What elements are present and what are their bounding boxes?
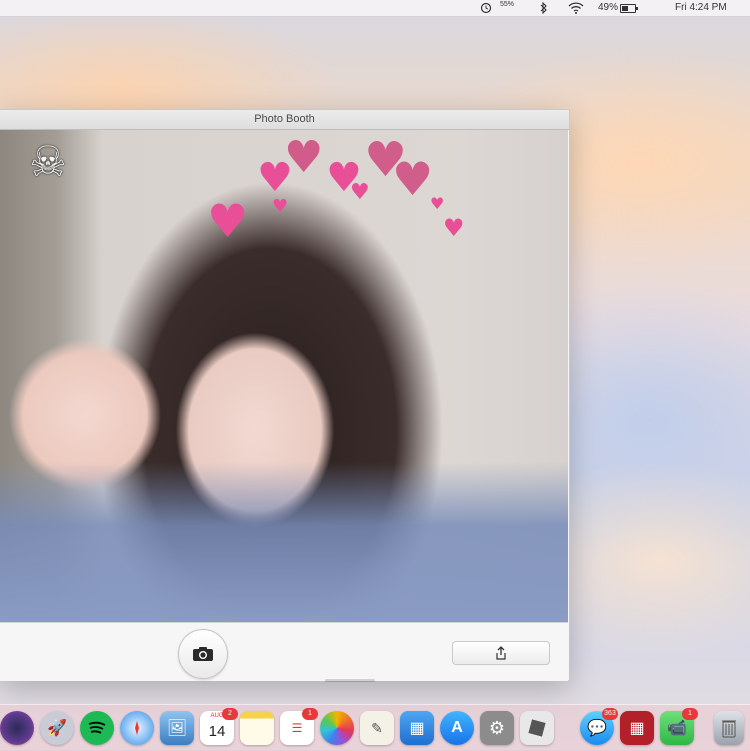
launchpad-icon[interactable]: 🚀 (40, 711, 74, 745)
skull-icon: ☠ (29, 138, 67, 185)
timemachine-icon[interactable] (480, 1, 492, 15)
menu-bar: 55% 49% Fri 4:24 PM (0, 0, 750, 17)
window-shadow (325, 679, 375, 682)
share-button[interactable] (452, 641, 550, 665)
photos-icon[interactable] (320, 711, 354, 745)
heart-icon: ♥ (392, 152, 434, 206)
heart-icon: ♥ (430, 194, 445, 213)
heart-icon: ♥ (272, 196, 289, 217)
controls-bar (0, 622, 568, 681)
jacket-in-frame (0, 462, 568, 622)
reminders-icon[interactable]: ☰ 1 (280, 708, 318, 745)
photobooth-icon[interactable]: ▦ (620, 711, 654, 745)
battery-status[interactable]: 49% (598, 1, 639, 15)
system-preferences-icon[interactable]: ⚙ (480, 711, 514, 745)
reminders-badge: 1 (302, 708, 318, 720)
calendar-icon[interactable]: AUG 14 2 (200, 708, 238, 745)
battery-icon (620, 3, 639, 13)
battery-percent-small: 55% (500, 1, 515, 8)
calendar-day: 14 (208, 722, 226, 740)
heart-icon: ♥ (284, 132, 324, 183)
textedit-icon[interactable]: ✎ (360, 711, 394, 745)
battery-percent: 49% (598, 2, 619, 13)
safari-icon[interactable] (120, 711, 154, 745)
keynote-icon[interactable]: ▦ (400, 711, 434, 745)
roblox-icon[interactable] (520, 711, 554, 745)
siri-icon[interactable] (0, 711, 34, 745)
heart-icon: ♥ (443, 214, 465, 242)
photo-booth-window: Photo Booth ☠ ♥ ♥ ♥ ♥ ♥ ♥ ♥ ♥ ♥ ♥ (0, 109, 570, 681)
appstore-icon[interactable]: A (440, 711, 474, 745)
messages-badge: 363 (602, 708, 618, 720)
spotify-icon[interactable] (80, 711, 114, 745)
notes-icon[interactable] (240, 711, 274, 745)
messages-icon[interactable]: 💬 363 (580, 708, 618, 745)
dock: 🚀 🖼 AUG 14 2 ☰ 1 ✎ ▦ A ⚙ 💬 363 ▦ 📹 1 (0, 704, 750, 751)
camera-preview: ☠ ♥ ♥ ♥ ♥ ♥ ♥ ♥ ♥ ♥ ♥ (0, 130, 568, 622)
calendar-badge: 2 (222, 708, 238, 720)
trash-icon[interactable] (714, 711, 744, 745)
battery-status-small[interactable]: 55% (500, 1, 514, 15)
window-title: Photo Booth (0, 110, 569, 130)
menu-clock[interactable]: Fri 4:24 PM (675, 1, 727, 15)
take-photo-button[interactable] (178, 629, 228, 679)
facetime-badge: 1 (682, 708, 698, 720)
bluetooth-icon[interactable] (540, 1, 548, 15)
preview-icon[interactable]: 🖼 (160, 711, 194, 745)
heart-icon: ♥ (207, 194, 249, 248)
camera-icon (193, 647, 213, 661)
facetime-icon[interactable]: 📹 1 (660, 708, 698, 745)
wifi-icon[interactable] (568, 1, 584, 15)
share-icon (496, 646, 506, 660)
